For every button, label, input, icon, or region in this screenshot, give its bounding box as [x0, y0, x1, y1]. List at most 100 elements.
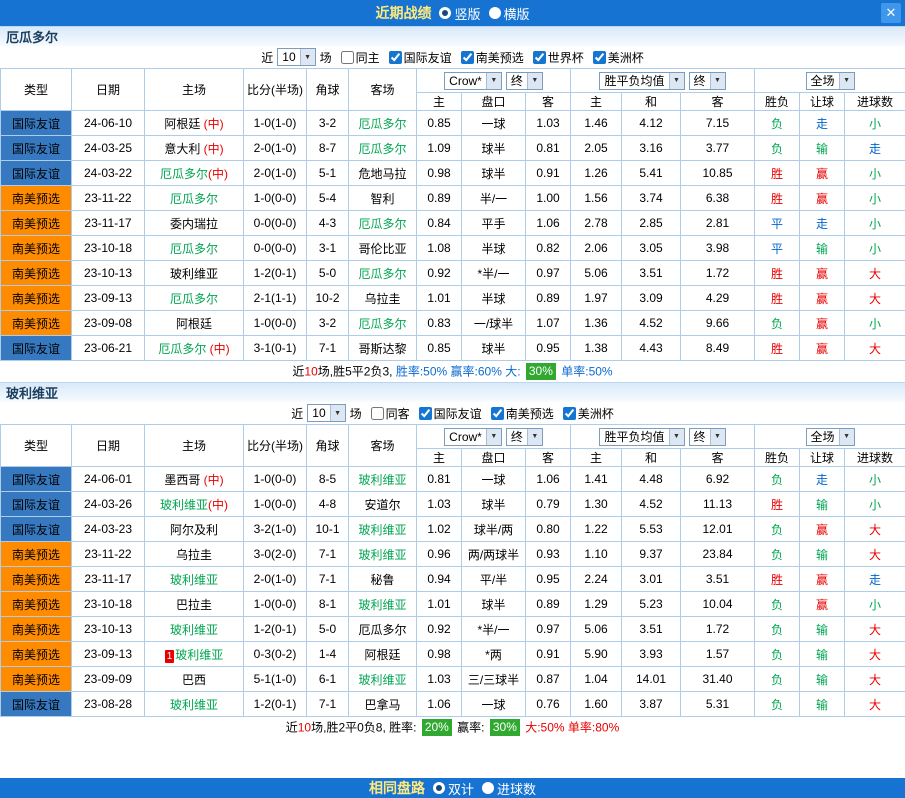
- home-handicap-odds: 0.89: [417, 186, 462, 211]
- result-wdl: 胜: [755, 161, 800, 186]
- full-match-select[interactable]: 全场▼: [806, 428, 855, 446]
- lose-odds: 1.72: [681, 261, 755, 286]
- sub-col-header: 主: [417, 449, 462, 467]
- away-team: 玻利维亚: [349, 667, 417, 692]
- odds-source-select[interactable]: Crow*▼: [444, 72, 502, 90]
- score: 1-2(0-1): [244, 692, 307, 717]
- handicap-line: 半球: [462, 286, 526, 311]
- final-odds-select[interactable]: 终▼: [506, 72, 543, 90]
- draw-odds: 4.52: [622, 492, 681, 517]
- team-label: 玻利维亚: [358, 598, 406, 612]
- checkbox-input[interactable]: [563, 407, 576, 420]
- draw-odds: 3.87: [622, 692, 681, 717]
- checkbox-input[interactable]: [389, 51, 402, 64]
- lose-odds: 10.85: [681, 161, 755, 186]
- odds-source-select[interactable]: Crow*▼: [444, 428, 502, 446]
- filter-checkbox[interactable]: 美洲杯: [563, 405, 614, 422]
- filter-row: 近10▼场同客国际友谊南美预选美洲杯: [0, 402, 905, 424]
- result-handicap: 输: [800, 542, 845, 567]
- close-button[interactable]: ✕: [881, 3, 901, 23]
- corner-count: 7-1: [307, 336, 349, 361]
- checkbox-input[interactable]: [341, 51, 354, 64]
- dropdown-value: 终: [690, 73, 710, 89]
- goal-count-radio[interactable]: 进球数: [482, 779, 536, 798]
- home-team: 厄瓜多尔: [145, 186, 244, 211]
- final-odds-select[interactable]: 终▼: [506, 428, 543, 446]
- match-date: 23-11-22: [72, 542, 145, 567]
- match-row: 南美预选23-09-131玻利维亚0-3(0-2)1-4阿根廷0.98*两0.9…: [1, 642, 905, 667]
- handicap-line: 一/球半: [462, 311, 526, 336]
- checkbox-input[interactable]: [533, 51, 546, 64]
- lose-odds: 3.77: [681, 136, 755, 161]
- home-team: 厄瓜多尔: [145, 286, 244, 311]
- result-handicap: 输: [800, 492, 845, 517]
- result-handicap: 走: [800, 467, 845, 492]
- handicap-line: 一球: [462, 467, 526, 492]
- dropdown-value: 10: [278, 49, 299, 65]
- filter-checkbox[interactable]: 南美预选: [461, 49, 524, 66]
- checkbox-input[interactable]: [371, 407, 384, 420]
- checkbox-input[interactable]: [491, 407, 504, 420]
- double-count-radio[interactable]: 双计: [433, 779, 474, 798]
- handicap-line: 半球: [462, 236, 526, 261]
- filter-checkbox[interactable]: 南美预选: [491, 405, 554, 422]
- filter-checkbox[interactable]: 美洲杯: [593, 49, 644, 66]
- team-label: 玻利维亚: [160, 498, 208, 512]
- col-header-type: 类型: [1, 69, 72, 111]
- away-team: 厄瓜多尔: [349, 211, 417, 236]
- score: 3-1(0-1): [244, 336, 307, 361]
- checkbox-label: 同客: [386, 405, 410, 422]
- full-match-select[interactable]: 全场▼: [806, 72, 855, 90]
- dropdown-value: 终: [507, 73, 527, 89]
- checkbox-input[interactable]: [593, 51, 606, 64]
- sub-col-header: 胜负: [755, 449, 800, 467]
- match-date: 23-11-17: [72, 211, 145, 236]
- dropdown-value: 全场: [807, 73, 839, 89]
- filter-checkbox[interactable]: 世界杯: [533, 49, 584, 66]
- score: 1-0(0-0): [244, 186, 307, 211]
- match-date: 24-03-23: [72, 517, 145, 542]
- layout-horizontal-radio[interactable]: 横版: [489, 4, 530, 23]
- dropdown-value: 胜平负均值: [600, 429, 668, 445]
- team-label: 意大利: [164, 142, 203, 156]
- layout-vertical-radio[interactable]: 竖版: [439, 4, 480, 23]
- match-type: 南美预选: [1, 567, 72, 592]
- result-handicap: 输: [800, 642, 845, 667]
- wdl-average-select[interactable]: 胜平负均值▼: [599, 72, 684, 90]
- wdl-average-select[interactable]: 胜平负均值▼: [599, 428, 684, 446]
- win-odds: 1.26: [571, 161, 622, 186]
- chevron-down-icon: ▼: [486, 73, 501, 89]
- dropdown-value: 全场: [807, 429, 839, 445]
- checkbox-label: 国际友谊: [404, 49, 452, 66]
- checkbox-label: 美洲杯: [608, 49, 644, 66]
- dropdown-value: 胜平负均值: [600, 73, 668, 89]
- score: 0-0(0-0): [244, 236, 307, 261]
- win-odds: 1.46: [571, 111, 622, 136]
- filter-checkbox[interactable]: 同主: [341, 49, 380, 66]
- titlebar-center: 近期战绩 竖版 横版: [375, 3, 529, 23]
- recent-count-select[interactable]: 10▼: [307, 404, 345, 422]
- win-odds: 1.30: [571, 492, 622, 517]
- team-section-header: 玻利维亚: [0, 382, 905, 402]
- final-wdl-select[interactable]: 终▼: [689, 72, 726, 90]
- match-date: 23-10-18: [72, 236, 145, 261]
- chevron-down-icon: ▼: [486, 429, 501, 445]
- home-handicap-odds: 1.01: [417, 592, 462, 617]
- home-handicap-odds: 0.94: [417, 567, 462, 592]
- recent-count-select[interactable]: 10▼: [277, 48, 315, 66]
- match-date: 23-09-13: [72, 642, 145, 667]
- draw-odds: 5.41: [622, 161, 681, 186]
- filter-checkbox[interactable]: 国际友谊: [389, 49, 452, 66]
- filter-checkbox[interactable]: 同客: [371, 405, 410, 422]
- checkbox-label: 同主: [356, 49, 380, 66]
- score: 2-1(1-1): [244, 286, 307, 311]
- checkbox-input[interactable]: [461, 51, 474, 64]
- lose-odds: 5.31: [681, 692, 755, 717]
- checkbox-input[interactable]: [419, 407, 432, 420]
- final-wdl-select[interactable]: 终▼: [689, 428, 726, 446]
- corner-count: 4-3: [307, 211, 349, 236]
- filter-checkbox[interactable]: 国际友谊: [419, 405, 482, 422]
- result-goals: 大: [845, 517, 905, 542]
- handicap-line: *两: [462, 642, 526, 667]
- team-label: 厄瓜多尔: [358, 117, 406, 131]
